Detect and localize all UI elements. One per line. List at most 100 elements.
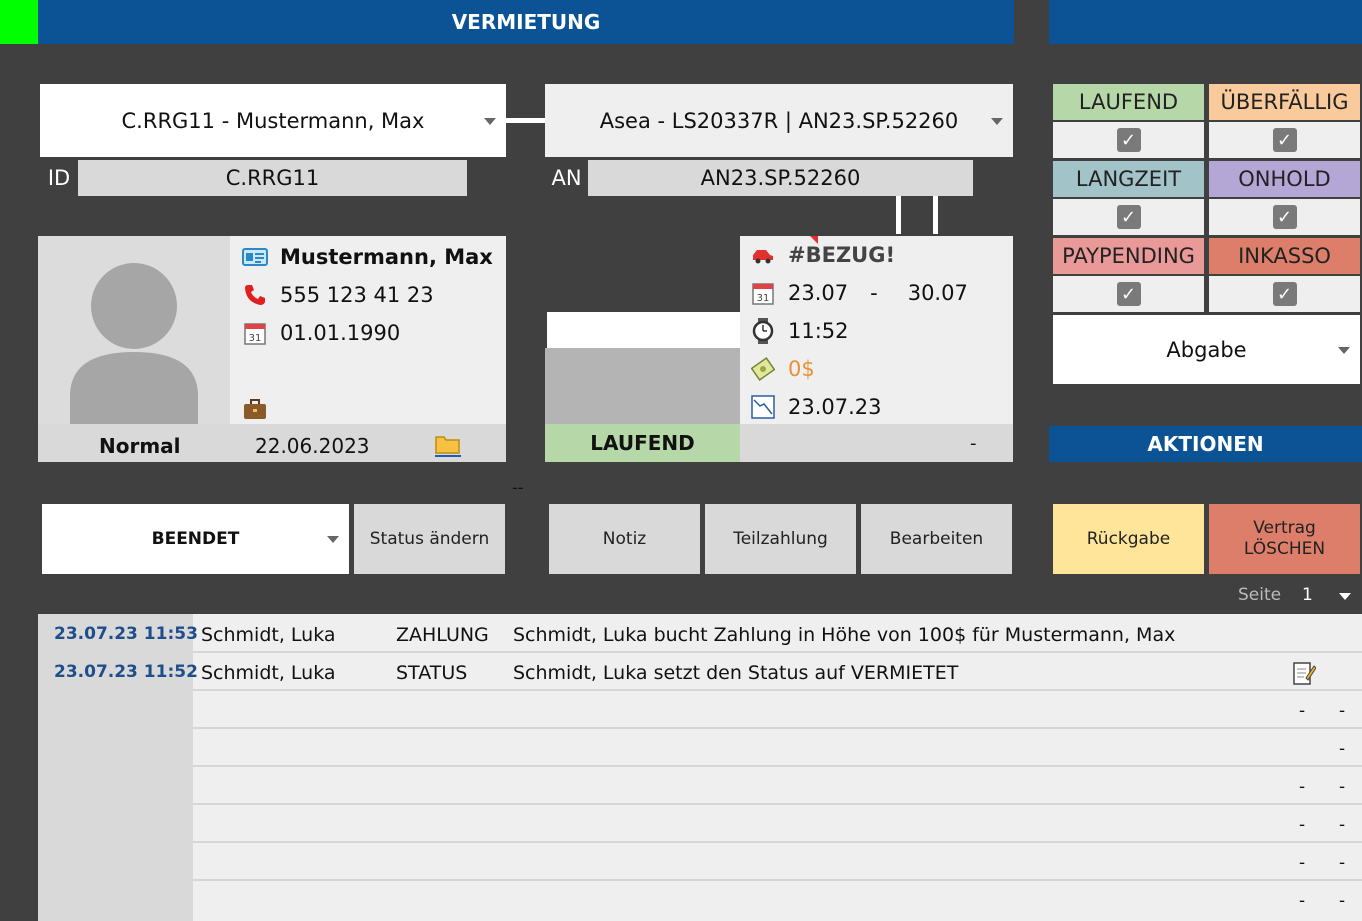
folder-icon[interactable] <box>434 432 462 458</box>
an-label: AN <box>551 166 582 190</box>
asset-image <box>545 348 740 424</box>
customer-phone: 555 123 41 23 <box>280 283 434 307</box>
calendar-icon: 31 <box>750 280 776 306</box>
teilzahlung-button[interactable]: Teilzahlung <box>705 504 856 574</box>
chevron-down-icon <box>1338 346 1350 354</box>
log-user: Schmidt, Luka <box>201 662 336 684</box>
log-empty-dash: - <box>1299 815 1306 835</box>
log-row-time: 23.07.23 11:52 <box>54 662 198 682</box>
chevron-down-icon <box>327 536 339 543</box>
status-aendern-button[interactable]: Status ändern <box>354 504 505 574</box>
rueckgabe-button[interactable]: Rückgabe <box>1053 504 1204 574</box>
status-dash: - <box>970 433 977 454</box>
log-empty-dash: - <box>1339 853 1346 873</box>
briefcase-icon <box>242 396 268 422</box>
car-icon <box>750 242 776 268</box>
customer-tier: Normal <box>99 434 181 458</box>
table-row: - - <box>193 692 1362 729</box>
connector-line <box>506 118 545 123</box>
chevron-down-icon[interactable] <box>1339 593 1351 600</box>
filter-checkbox-inkasso[interactable]: ✓ <box>1209 276 1360 312</box>
customer-card: Mustermann, Max 555 123 41 23 31 01.01.1… <box>38 236 506 462</box>
bezug-value: #BEZUG! <box>788 243 896 267</box>
money-icon <box>750 356 776 382</box>
date-separator: - <box>870 281 878 305</box>
customer-since: 22.06.2023 <box>255 434 370 458</box>
vertrag-loeschen-label-1: Vertrag <box>1253 518 1316 538</box>
table-row: - - <box>193 768 1362 805</box>
log-empty-dash: - <box>1339 891 1346 911</box>
checkmark-icon: ✓ <box>1116 282 1141 306</box>
filter-checkbox-laufend[interactable]: ✓ <box>1053 122 1204 158</box>
log-empty-dash: - <box>1299 891 1306 911</box>
comment-marker <box>810 236 818 244</box>
log-type: STATUS <box>396 662 468 684</box>
connector-line <box>896 196 901 234</box>
table-row[interactable]: Schmidt, Luka STATUS Schmidt, Luka setzt… <box>193 654 1362 691</box>
filter-checkbox-ueberfaellig[interactable]: ✓ <box>1209 122 1360 158</box>
status-badge: LAUFEND <box>545 424 740 462</box>
avatar <box>38 236 230 424</box>
customer-birthdate: 01.01.1990 <box>280 321 401 345</box>
chevron-down-icon <box>991 117 1003 125</box>
date-from: 23.07 <box>788 281 849 305</box>
log-user: Schmidt, Luka <box>201 624 336 646</box>
abgabe-dropdown[interactable]: Abgabe <box>1053 315 1360 384</box>
table-row: - - <box>193 882 1362 919</box>
table-row: - <box>193 730 1362 767</box>
log-empty-dash: - <box>1339 777 1346 797</box>
notiz-button[interactable]: Notiz <box>549 504 700 574</box>
svg-text:31: 31 <box>757 293 770 304</box>
log-type: ZAHLUNG <box>396 624 489 646</box>
filter-label-onhold: ONHOLD <box>1209 161 1360 197</box>
table-row: - - <box>193 806 1362 843</box>
created-value: 23.07.23 <box>788 395 882 419</box>
vertrag-loeschen-label-2: LÖSCHEN <box>1243 539 1326 559</box>
log-empty-dash: - <box>1299 853 1306 873</box>
an-field: AN23.SP.52260 <box>588 160 973 196</box>
status-indicator <box>0 0 38 44</box>
filter-checkbox-paypending[interactable]: ✓ <box>1053 276 1204 312</box>
bearbeiten-button[interactable]: Bearbeiten <box>861 504 1012 574</box>
asset-dropdown-value: Asea - LS20337R | AN23.SP.52260 <box>599 108 959 133</box>
table-row: - - <box>193 844 1362 881</box>
log-empty-dash: - <box>1339 739 1346 759</box>
vertrag-loeschen-button[interactable]: Vertrag LÖSCHEN <box>1209 504 1360 574</box>
svg-text:31: 31 <box>249 333 262 344</box>
filter-checkbox-onhold[interactable]: ✓ <box>1209 199 1360 235</box>
asset-dropdown[interactable]: Asea - LS20337R | AN23.SP.52260 <box>545 84 1013 157</box>
id-card-icon <box>242 244 268 270</box>
log-empty-dash: - <box>1339 701 1346 721</box>
filter-label-inkasso: INKASSO <box>1209 238 1360 274</box>
note-icon[interactable] <box>1292 660 1317 691</box>
id-label: ID <box>47 166 71 190</box>
customer-dropdown-value: C.RRG11 - Mustermann, Max <box>121 108 425 133</box>
header-bar-right <box>1049 0 1362 44</box>
log-empty-dash: - <box>1299 701 1306 721</box>
log-text: Schmidt, Luka setzt den Status auf VERMI… <box>513 662 959 684</box>
asset-image-top <box>547 312 740 348</box>
customer-name: Mustermann, Max <box>280 245 493 269</box>
id-field: C.RRG11 <box>78 160 467 196</box>
log-row-time: 23.07.23 11:53 <box>54 624 198 644</box>
filter-label-ueberfaellig: ÜBERFÄLLIG <box>1209 84 1360 120</box>
filter-label-langzeit: LANGZEIT <box>1053 161 1204 197</box>
status-dropdown[interactable]: BEENDET <box>42 504 349 574</box>
log-text: Schmidt, Luka bucht Zahlung in Höhe von … <box>513 624 1176 646</box>
checkmark-icon: ✓ <box>1272 205 1297 229</box>
customer-dropdown[interactable]: C.RRG11 - Mustermann, Max <box>40 84 506 157</box>
filter-checkbox-langzeit[interactable]: ✓ <box>1053 199 1204 235</box>
status-dropdown-value: BEENDET <box>151 529 240 549</box>
chevron-down-icon <box>484 117 496 125</box>
phone-icon <box>242 282 268 308</box>
checkmark-icon: ✓ <box>1272 128 1297 152</box>
watch-icon <box>750 318 776 344</box>
chart-icon <box>750 394 776 420</box>
asset-card-footer: - <box>740 424 1013 462</box>
abgabe-dropdown-value: Abgabe <box>1166 337 1247 362</box>
log-time-column <box>38 614 193 921</box>
page-number[interactable]: 1 <box>1302 585 1313 605</box>
calendar-icon: 31 <box>242 320 268 346</box>
asset-card: #BEZUG! 31 23.07 - 30.07 11:52 0$ 23.07.… <box>740 236 1013 462</box>
table-row[interactable]: Schmidt, Luka ZAHLUNG Schmidt, Luka buch… <box>193 616 1362 653</box>
